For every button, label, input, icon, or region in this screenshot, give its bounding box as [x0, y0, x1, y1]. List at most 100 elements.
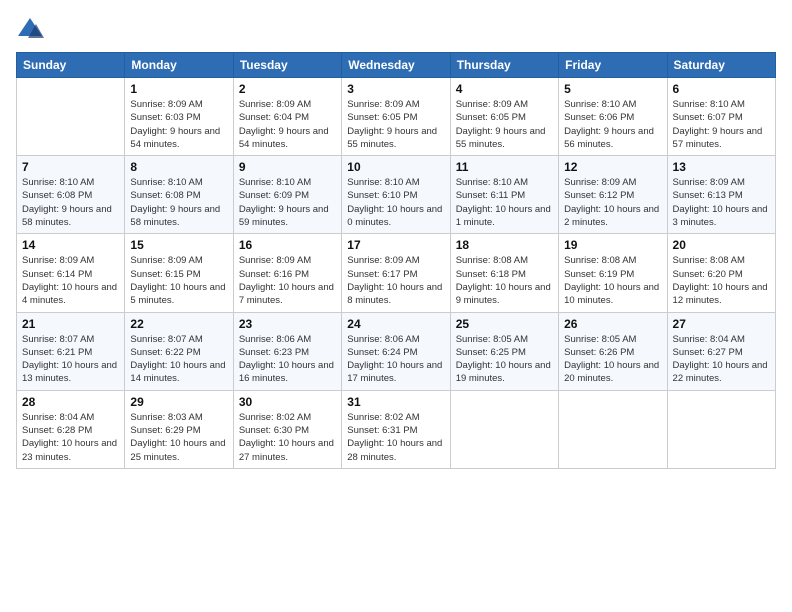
day-number: 17 [347, 238, 444, 252]
day-number: 31 [347, 395, 444, 409]
day-info: Sunrise: 8:10 AMSunset: 6:08 PMDaylight:… [130, 176, 227, 229]
calendar-cell: 16 Sunrise: 8:09 AMSunset: 6:16 PMDayligh… [233, 234, 341, 312]
calendar-cell: 25Sunrise: 8:05 AMSunset: 6:25 PMDayligh… [450, 312, 558, 390]
day-number: 27 [673, 317, 770, 331]
calendar-cell: 28 Sunrise: 8:04 AMSunset: 6:28 PMDayligh… [17, 390, 125, 468]
weekday-header-row: SundayMondayTuesdayWednesdayThursdayFrid… [17, 53, 776, 78]
calendar-cell: 5 Sunrise: 8:10 AMSunset: 6:06 PMDaylight… [559, 78, 667, 156]
day-info: Sunrise: 8:10 AMSunset: 6:06 PMDaylight:… [564, 98, 661, 151]
logo-icon [16, 16, 44, 40]
day-info: Sunrise: 8:02 AMSunset: 6:30 PMDaylight:… [239, 411, 336, 464]
calendar-cell: 27 Sunrise: 8:04 AMSunset: 6:27 PMDayligh… [667, 312, 775, 390]
calendar-cell: 29 Sunrise: 8:03 AMSunset: 6:29 PMDayligh… [125, 390, 233, 468]
day-info: Sunrise: 8:09 AMSunset: 6:12 PMDaylight:… [564, 176, 661, 229]
day-number: 30 [239, 395, 336, 409]
day-info: Sunrise: 8:06 AMSunset: 6:24 PMDaylight:… [347, 333, 444, 386]
day-number: 3 [347, 82, 444, 96]
day-info: Sunrise: 8:10 AMSunset: 6:11 PMDaylight:… [456, 176, 553, 229]
calendar-table: SundayMondayTuesdayWednesdayThursdayFrid… [16, 52, 776, 469]
calendar-cell [450, 390, 558, 468]
calendar-cell: 15Sunrise: 8:09 AMSunset: 6:15 PMDayligh… [125, 234, 233, 312]
day-number: 5 [564, 82, 661, 96]
calendar-cell: 18Sunrise: 8:08 AMSunset: 6:18 PMDayligh… [450, 234, 558, 312]
day-info: Sunrise: 8:09 AMSunset: 6:16 PMDaylight:… [239, 254, 336, 307]
day-number: 26 [564, 317, 661, 331]
day-info: Sunrise: 8:09 AMSunset: 6:13 PMDaylight:… [673, 176, 770, 229]
calendar-cell: 21Sunrise: 8:07 AMSunset: 6:21 PMDayligh… [17, 312, 125, 390]
day-number: 15 [130, 238, 227, 252]
calendar-cell: 2 Sunrise: 8:09 AMSunset: 6:04 PMDaylight… [233, 78, 341, 156]
day-number: 12 [564, 160, 661, 174]
calendar-cell: 14Sunrise: 8:09 AMSunset: 6:14 PMDayligh… [17, 234, 125, 312]
day-info: Sunrise: 8:08 AMSunset: 6:19 PMDaylight:… [564, 254, 661, 307]
calendar-cell: 11 Sunrise: 8:10 AMSunset: 6:11 PMDayligh… [450, 156, 558, 234]
weekday-header: Friday [559, 53, 667, 78]
day-info: Sunrise: 8:09 AMSunset: 6:03 PMDaylight:… [130, 98, 227, 151]
day-info: Sunrise: 8:05 AMSunset: 6:26 PMDaylight:… [564, 333, 661, 386]
calendar-cell: 4 Sunrise: 8:09 AMSunset: 6:05 PMDaylight… [450, 78, 558, 156]
calendar-cell: 31 Sunrise: 8:02 AMSunset: 6:31 PMDayligh… [342, 390, 450, 468]
day-number: 20 [673, 238, 770, 252]
day-info: Sunrise: 8:04 AMSunset: 6:28 PMDaylight:… [22, 411, 119, 464]
day-info: Sunrise: 8:02 AMSunset: 6:31 PMDaylight:… [347, 411, 444, 464]
day-number: 29 [130, 395, 227, 409]
day-number: 8 [130, 160, 227, 174]
day-number: 11 [456, 160, 553, 174]
weekday-header: Saturday [667, 53, 775, 78]
day-number: 4 [456, 82, 553, 96]
weekday-header: Wednesday [342, 53, 450, 78]
day-info: Sunrise: 8:07 AMSunset: 6:22 PMDaylight:… [130, 333, 227, 386]
logo [16, 16, 48, 40]
weekday-header: Monday [125, 53, 233, 78]
day-info: Sunrise: 8:09 AMSunset: 6:04 PMDaylight:… [239, 98, 336, 151]
day-info: Sunrise: 8:10 AMSunset: 6:08 PMDaylight:… [22, 176, 119, 229]
day-number: 23 [239, 317, 336, 331]
calendar-cell: 17 Sunrise: 8:09 AMSunset: 6:17 PMDayligh… [342, 234, 450, 312]
day-number: 22 [130, 317, 227, 331]
day-number: 13 [673, 160, 770, 174]
day-info: Sunrise: 8:10 AMSunset: 6:10 PMDaylight:… [347, 176, 444, 229]
day-info: Sunrise: 8:05 AMSunset: 6:25 PMDaylight:… [456, 333, 553, 386]
day-info: Sunrise: 8:06 AMSunset: 6:23 PMDaylight:… [239, 333, 336, 386]
day-number: 10 [347, 160, 444, 174]
day-info: Sunrise: 8:09 AMSunset: 6:05 PMDaylight:… [456, 98, 553, 151]
weekday-header: Thursday [450, 53, 558, 78]
day-number: 7 [22, 160, 119, 174]
day-number: 14 [22, 238, 119, 252]
calendar-cell: 6Sunrise: 8:10 AMSunset: 6:07 PMDaylight… [667, 78, 775, 156]
calendar-cell: 24 Sunrise: 8:06 AMSunset: 6:24 PMDayligh… [342, 312, 450, 390]
calendar-week-row: 21Sunrise: 8:07 AMSunset: 6:21 PMDayligh… [17, 312, 776, 390]
calendar-week-row: 7 Sunrise: 8:10 AMSunset: 6:08 PMDaylight… [17, 156, 776, 234]
day-number: 24 [347, 317, 444, 331]
day-number: 2 [239, 82, 336, 96]
day-info: Sunrise: 8:09 AMSunset: 6:17 PMDaylight:… [347, 254, 444, 307]
calendar-cell [17, 78, 125, 156]
calendar-week-row: 14Sunrise: 8:09 AMSunset: 6:14 PMDayligh… [17, 234, 776, 312]
day-number: 6 [673, 82, 770, 96]
weekday-header: Sunday [17, 53, 125, 78]
calendar-cell: 26 Sunrise: 8:05 AMSunset: 6:26 PMDayligh… [559, 312, 667, 390]
calendar-cell: 3 Sunrise: 8:09 AMSunset: 6:05 PMDaylight… [342, 78, 450, 156]
weekday-header: Tuesday [233, 53, 341, 78]
calendar-cell: 10 Sunrise: 8:10 AMSunset: 6:10 PMDayligh… [342, 156, 450, 234]
page-header [16, 16, 776, 40]
day-info: Sunrise: 8:10 AMSunset: 6:09 PMDaylight:… [239, 176, 336, 229]
calendar-cell: 9 Sunrise: 8:10 AMSunset: 6:09 PMDaylight… [233, 156, 341, 234]
calendar-cell: 12 Sunrise: 8:09 AMSunset: 6:12 PMDayligh… [559, 156, 667, 234]
calendar-cell [559, 390, 667, 468]
day-info: Sunrise: 8:08 AMSunset: 6:20 PMDaylight:… [673, 254, 770, 307]
calendar-cell: 1 Sunrise: 8:09 AMSunset: 6:03 PMDaylight… [125, 78, 233, 156]
day-info: Sunrise: 8:09 AMSunset: 6:05 PMDaylight:… [347, 98, 444, 151]
calendar-cell [667, 390, 775, 468]
day-info: Sunrise: 8:04 AMSunset: 6:27 PMDaylight:… [673, 333, 770, 386]
day-number: 28 [22, 395, 119, 409]
day-number: 19 [564, 238, 661, 252]
calendar-cell: 22 Sunrise: 8:07 AMSunset: 6:22 PMDayligh… [125, 312, 233, 390]
calendar-cell: 13 Sunrise: 8:09 AMSunset: 6:13 PMDayligh… [667, 156, 775, 234]
day-info: Sunrise: 8:03 AMSunset: 6:29 PMDaylight:… [130, 411, 227, 464]
day-info: Sunrise: 8:08 AMSunset: 6:18 PMDaylight:… [456, 254, 553, 307]
day-number: 9 [239, 160, 336, 174]
day-number: 16 [239, 238, 336, 252]
calendar-cell: 8 Sunrise: 8:10 AMSunset: 6:08 PMDaylight… [125, 156, 233, 234]
day-number: 1 [130, 82, 227, 96]
